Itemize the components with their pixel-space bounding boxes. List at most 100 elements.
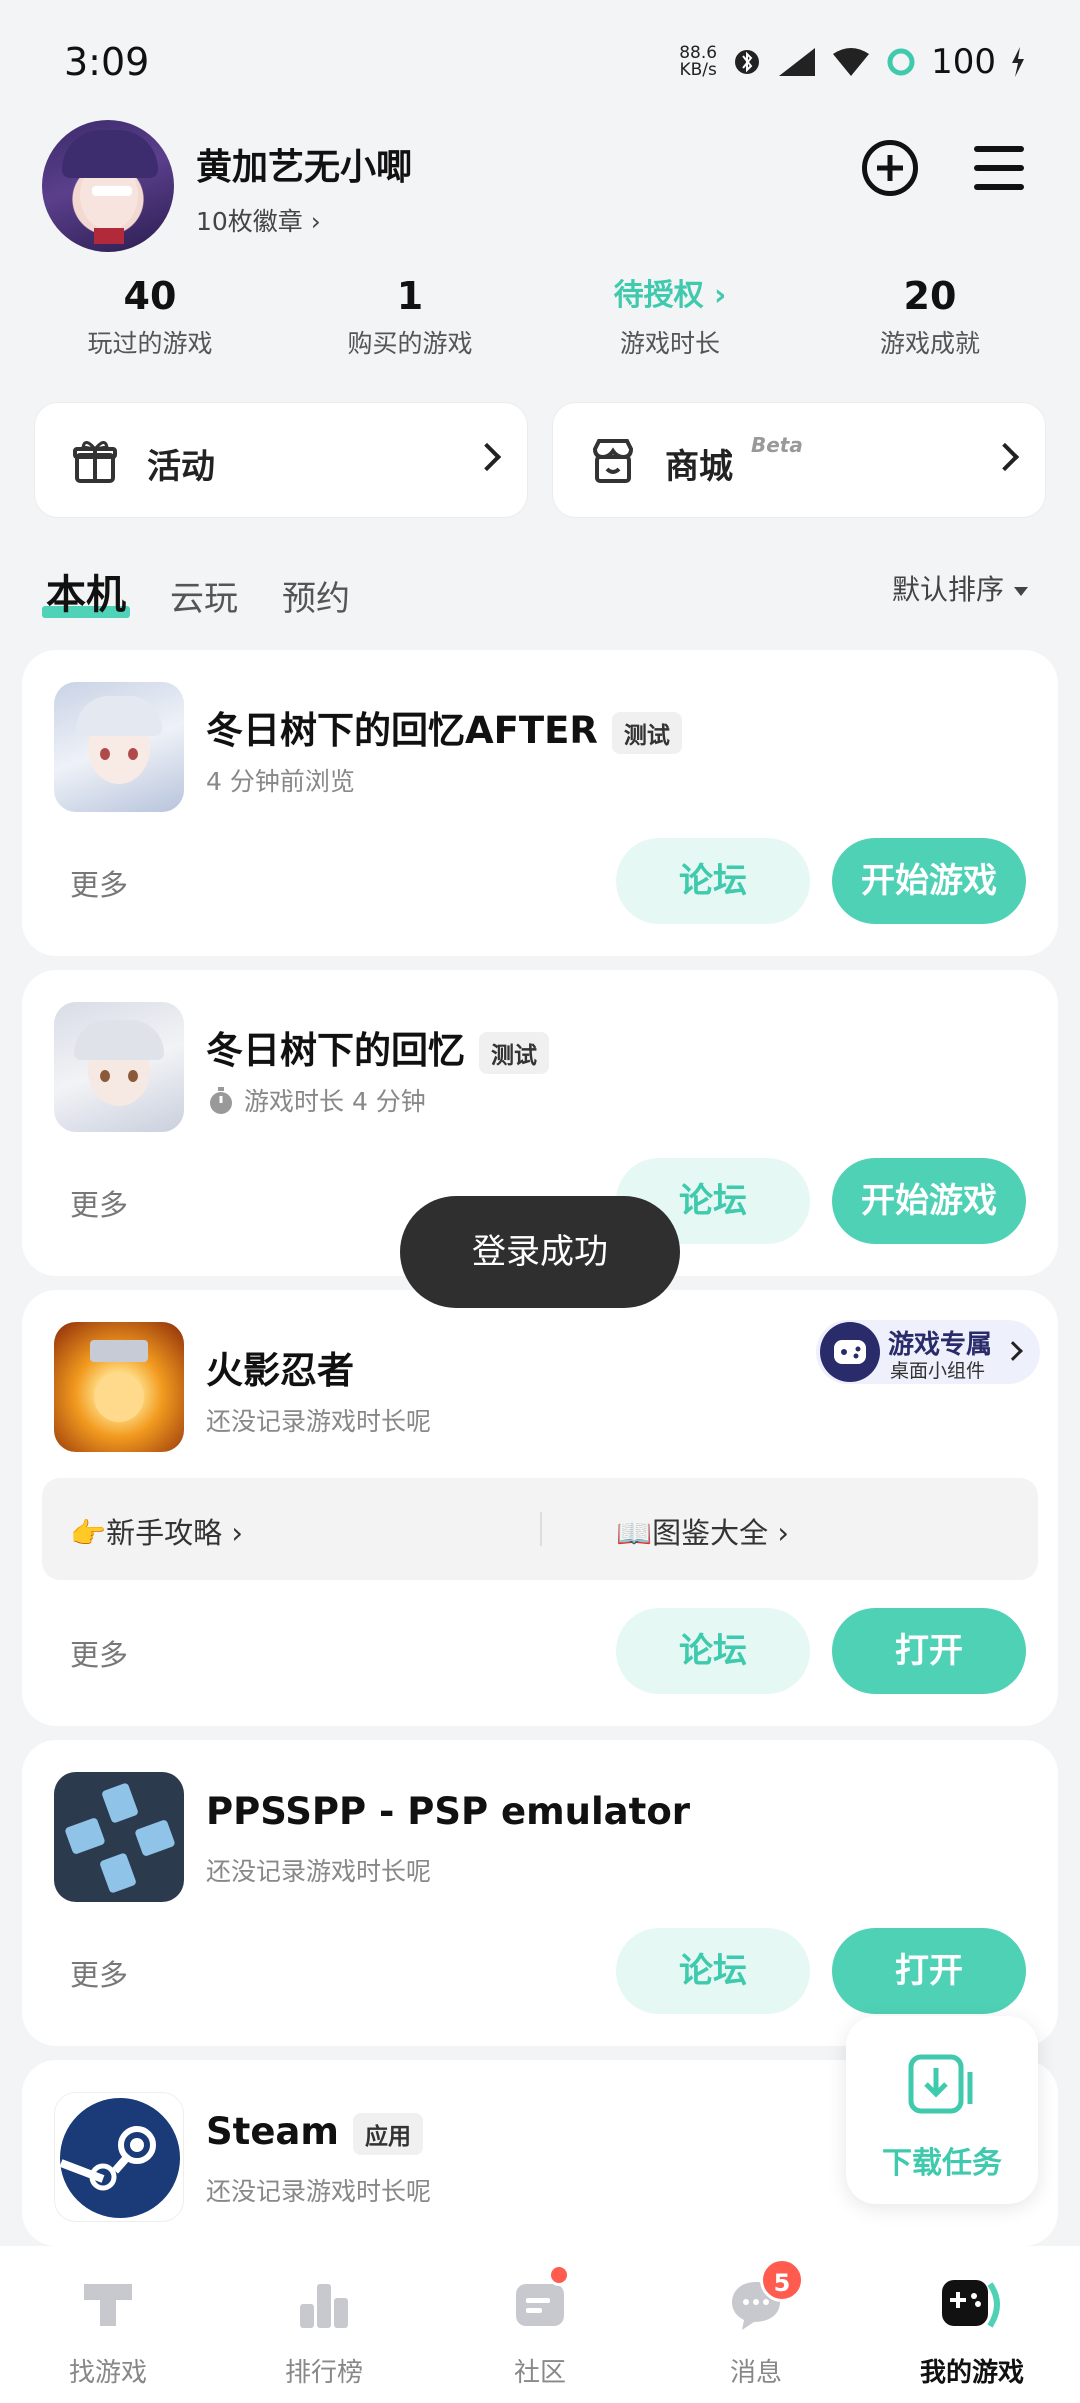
game-subtitle: 还没记录游戏时长呢 xyxy=(206,1857,432,1886)
divider xyxy=(540,1512,542,1546)
menu-icon[interactable] xyxy=(974,146,1024,190)
my-games-icon xyxy=(942,2280,1000,2328)
tab-cloud[interactable]: 云玩 xyxy=(170,571,238,620)
stat-purchased-games[interactable]: 1 购买的游戏 xyxy=(280,270,540,370)
play-time-text: 游戏时长 4 分钟 xyxy=(244,1087,426,1116)
game-tag: 测试 xyxy=(611,711,682,754)
stats-row: 40 玩过的游戏 1 购买的游戏 待授权 › 游戏时长 20 游戏成就 xyxy=(20,270,1060,370)
game-subtitle: 4 分钟前浏览 xyxy=(206,767,355,796)
nav-find-games[interactable]: 找游戏 xyxy=(0,2246,216,2403)
more-button[interactable]: 更多 xyxy=(70,1182,128,1224)
download-tasks-label: 下载任务 xyxy=(882,2146,1002,2181)
stat-value: 20 xyxy=(903,274,957,318)
game-icon[interactable] xyxy=(54,2092,184,2222)
game-title-text: 冬日树下的回忆 xyxy=(206,1029,465,1072)
game-card: 火影忍者 还没记录游戏时长呢 游戏专属 桌面小组件 👉新手攻略 › 📖图鉴大全 … xyxy=(22,1290,1058,1726)
nav-label: 找游戏 xyxy=(68,2358,147,2388)
start-game-button[interactable]: 开始游戏 xyxy=(832,1158,1026,1244)
game-title[interactable]: 冬日树下的回忆AFTER 测试 xyxy=(206,700,682,754)
game-card: PPSSPP - PSP emulator 还没记录游戏时长呢 更多 论坛 打开 xyxy=(22,1740,1058,2046)
wifi-icon xyxy=(833,48,870,76)
status-icons: 88.6 KB/s 100 xyxy=(679,42,1026,82)
tab-reserve[interactable]: 预约 xyxy=(282,571,350,620)
notification-dot xyxy=(548,2264,570,2286)
caret-down-icon xyxy=(1014,586,1028,596)
gamepad-icon xyxy=(820,1322,880,1382)
stat-value: 待授权 › xyxy=(613,278,727,313)
game-card: 冬日树下的回忆AFTER 测试 4 分钟前浏览 更多 论坛 开始游戏 xyxy=(22,650,1058,956)
bottom-nav: 找游戏 排行榜 社区 5 消息 我的游戏 xyxy=(0,2246,1080,2403)
message-badge: 5 xyxy=(760,2258,804,2302)
activity-card[interactable]: 活动 xyxy=(34,402,528,518)
sort-label: 默认排序 xyxy=(891,573,1004,606)
start-game-button[interactable]: 开始游戏 xyxy=(832,838,1026,924)
download-tasks-button[interactable]: 下载任务 xyxy=(846,2016,1038,2204)
toast-message: 登录成功 xyxy=(400,1196,680,1308)
stat-label: 购买的游戏 xyxy=(347,329,473,358)
game-icon[interactable] xyxy=(54,682,184,812)
forum-button[interactable]: 论坛 xyxy=(616,1928,810,2014)
open-button[interactable]: 打开 xyxy=(832,1608,1026,1694)
chevron-right-icon xyxy=(472,442,502,472)
download-icon xyxy=(908,2054,973,2114)
game-title[interactable]: 冬日树下的回忆 测试 xyxy=(206,1020,549,1074)
beta-badge: Beta xyxy=(751,433,803,457)
nav-messages[interactable]: 5 消息 xyxy=(648,2246,864,2403)
stat-played-games[interactable]: 40 玩过的游戏 xyxy=(20,270,280,370)
stat-label: 游戏成就 xyxy=(879,329,980,358)
badges-link[interactable]: 10枚徽章 › xyxy=(196,202,321,238)
ranking-icon xyxy=(300,2284,348,2328)
nav-my-games[interactable]: 我的游戏 xyxy=(864,2246,1080,2403)
beginner-guide-link[interactable]: 👉新手攻略 › xyxy=(70,1510,243,1552)
nav-label: 社区 xyxy=(513,2358,566,2388)
stat-label: 游戏时长 xyxy=(619,329,720,358)
stopwatch-icon xyxy=(210,1087,232,1114)
steam-logo-icon xyxy=(59,2098,180,2218)
battery-ring-icon xyxy=(887,48,915,76)
game-title-text: 冬日树下的回忆AFTER xyxy=(206,709,598,752)
status-bar: 3:09 88.6 KB/s 100 xyxy=(0,0,1080,120)
store-card[interactable]: 商城 Beta xyxy=(552,402,1046,518)
more-button[interactable]: 更多 xyxy=(70,1952,128,1994)
ppsspp-logo-icon xyxy=(65,1783,175,1893)
store-icon xyxy=(592,439,634,483)
forum-button[interactable]: 论坛 xyxy=(616,838,810,924)
nav-label: 消息 xyxy=(729,2358,782,2388)
more-button[interactable]: 更多 xyxy=(70,1632,128,1674)
net-speed-unit: KB/s xyxy=(679,60,717,80)
avatar[interactable] xyxy=(42,120,174,252)
stat-play-time[interactable]: 待授权 › 游戏时长 xyxy=(540,270,800,370)
activity-label: 活动 xyxy=(147,447,215,487)
more-button[interactable]: 更多 xyxy=(70,862,128,904)
nav-label: 我的游戏 xyxy=(919,2358,1024,2388)
desktop-widget-badge[interactable]: 游戏专属 桌面小组件 xyxy=(816,1320,1040,1384)
open-button[interactable]: 打开 xyxy=(832,1928,1026,2014)
game-title[interactable]: 火影忍者 xyxy=(206,1340,354,1394)
game-title[interactable]: PPSSPP - PSP emulator xyxy=(206,1790,690,1833)
charging-icon xyxy=(1012,47,1024,77)
nav-community[interactable]: 社区 xyxy=(432,2246,648,2403)
game-tag: 应用 xyxy=(352,2112,423,2155)
game-tag: 测试 xyxy=(479,1031,549,1074)
game-title[interactable]: Steam 应用 xyxy=(206,2110,423,2155)
chevron-right-icon xyxy=(1003,1341,1023,1361)
game-icon[interactable] xyxy=(54,1322,184,1452)
status-time: 3:09 xyxy=(64,40,150,84)
encyclopedia-link[interactable]: 📖图鉴大全 › xyxy=(616,1510,789,1552)
sort-dropdown[interactable]: 默认排序 xyxy=(892,568,1028,608)
battery-level: 100 xyxy=(931,42,996,82)
username[interactable]: 黄加艺无小唧 xyxy=(196,138,412,190)
chevron-right-icon xyxy=(990,442,1020,472)
forum-button[interactable]: 论坛 xyxy=(616,1608,810,1694)
tab-local[interactable]: 本机 xyxy=(42,562,130,620)
find-game-icon xyxy=(84,2284,132,2326)
game-subtitle: 还没记录游戏时长呢 xyxy=(206,1407,432,1436)
widget-subtitle: 桌面小组件 xyxy=(890,1360,986,1382)
game-icon[interactable] xyxy=(54,1772,184,1902)
guide-bar: 👉新手攻略 › 📖图鉴大全 › xyxy=(42,1478,1038,1580)
nav-rankings[interactable]: 排行榜 xyxy=(216,2246,432,2403)
stat-achievements[interactable]: 20 游戏成就 xyxy=(800,270,1060,370)
game-icon[interactable] xyxy=(54,1002,184,1132)
add-button[interactable] xyxy=(862,140,918,196)
network-speed: 88.6 KB/s xyxy=(679,45,717,79)
